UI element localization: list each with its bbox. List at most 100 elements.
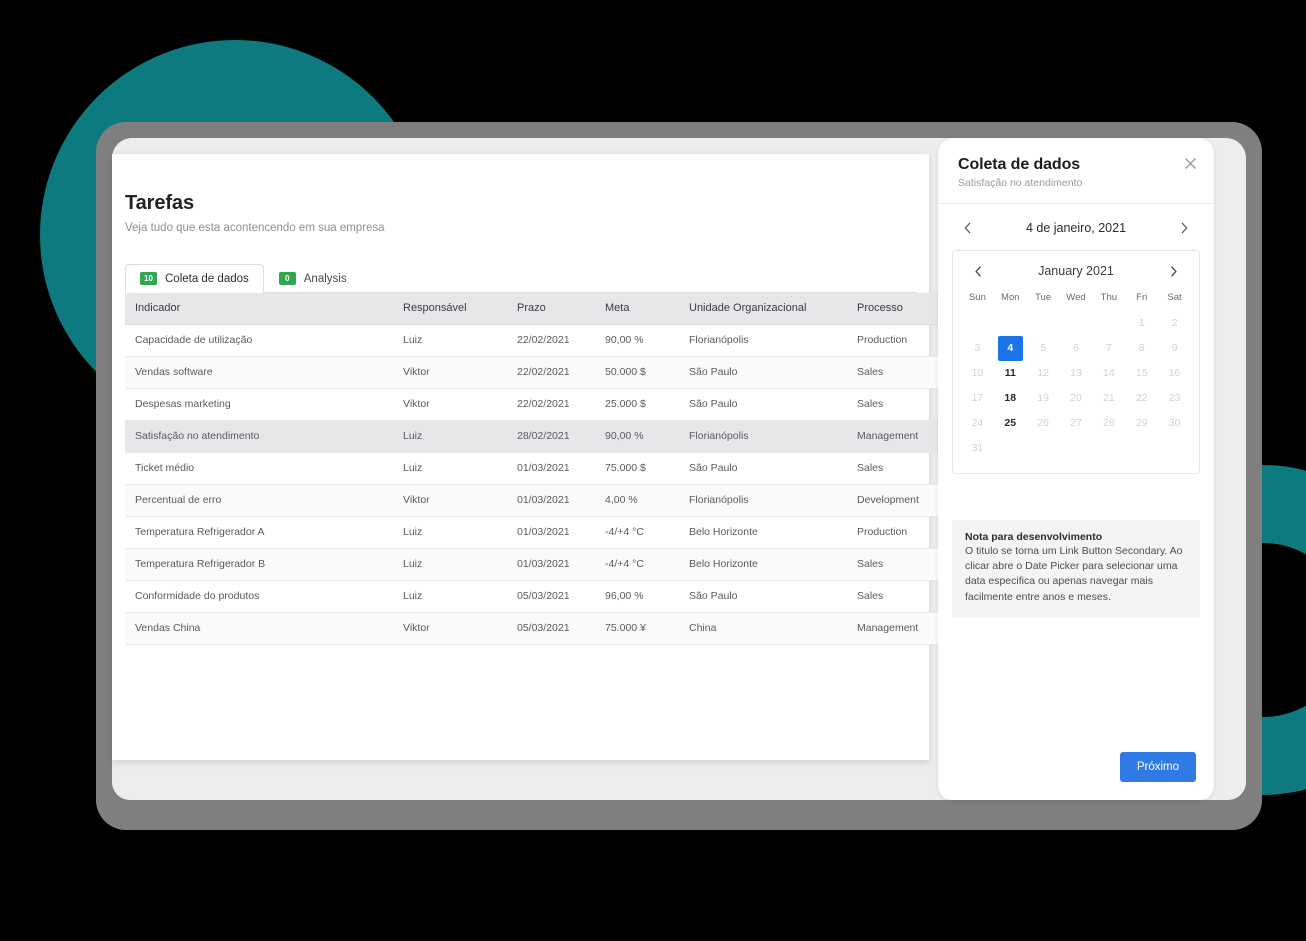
calendar-day: 7 — [1105, 342, 1112, 354]
cell-processo: Production — [847, 516, 942, 549]
chevron-left-icon[interactable] — [960, 220, 976, 236]
calendar-day: 8 — [1138, 342, 1145, 354]
calendar-day: 14 — [1103, 367, 1115, 379]
calendar-day-blank: . — [1092, 311, 1125, 336]
tab-label: Analysis — [303, 272, 347, 285]
tab-badge-count: 0 — [278, 272, 296, 285]
table-row[interactable]: Percentual de erro Viktor 01/03/2021 4,00 %… — [125, 484, 942, 517]
column-header-responsavel[interactable]: Responsável — [393, 293, 507, 325]
calendar-day-blank: . — [1060, 311, 1093, 336]
tab-coleta-de-dados[interactable]: 10 Coleta de dados — [125, 264, 264, 293]
calendar-day: 9 — [1171, 342, 1178, 354]
chevron-right-icon[interactable] — [1176, 220, 1192, 236]
cell-unidade: São Paulo — [679, 452, 847, 485]
column-header-processo[interactable]: Processo — [847, 293, 942, 325]
calendar-day: 13 — [1070, 367, 1082, 379]
table-row[interactable]: Satisfação no atendimento Luiz 28/02/2021 9… — [125, 420, 942, 453]
tab-bar: 10 Coleta de dados 0 Analysis — [125, 264, 917, 293]
tab-badge-count: 10 — [140, 272, 157, 285]
tasks-table-wrapper: Indicador Responsável Prazo Meta Unidade… — [125, 293, 942, 645]
calendar-day[interactable]: 4 — [997, 336, 1023, 361]
calendar-day: 23 — [1168, 392, 1181, 404]
calendar-day-blank: . — [961, 311, 994, 336]
calendar-day[interactable]: 25 — [994, 411, 1027, 436]
calendar-day[interactable]: 18 — [994, 386, 1027, 411]
cell-indicador: Temperatura Refrigerador B — [125, 548, 393, 581]
calendar-day: 12 — [1037, 367, 1049, 379]
tab-analysis[interactable]: 0 Analysis — [264, 264, 362, 292]
cell-meta: -4/+4 °C — [595, 548, 679, 581]
main-content-card: Tarefas Veja tudo que esta acontencendo … — [112, 154, 942, 760]
calendar-day: 6 — [1073, 342, 1079, 354]
next-button[interactable]: Próximo — [1119, 752, 1196, 782]
cell-responsavel: Viktor — [393, 356, 507, 389]
cell-prazo: 01/03/2021 — [507, 516, 595, 549]
table-row[interactable]: Vendas China Viktor 05/03/2021 75.000 ¥ Chin… — [125, 612, 942, 645]
cell-prazo: 01/03/2021 — [507, 484, 595, 517]
column-header-meta[interactable]: Meta — [595, 293, 679, 325]
cell-processo: Sales — [847, 356, 942, 389]
calendar-day[interactable]: 11 — [994, 361, 1027, 386]
cell-meta: 75.000 $ — [595, 452, 679, 485]
table-row[interactable]: Capacidade de utilização Luiz 22/02/2021 90… — [125, 324, 942, 357]
calendar-next-month-icon[interactable] — [1166, 263, 1182, 279]
calendar-day-blank: . — [1027, 311, 1060, 336]
calendar-day: 31 — [971, 442, 984, 454]
cell-prazo: 05/03/2021 — [507, 612, 595, 645]
development-note-body: O titulo se torna um Link Button Seconda… — [965, 545, 1183, 603]
calendar-day: 16 — [1168, 367, 1181, 379]
cell-unidade: São Paulo — [679, 580, 847, 613]
cell-processo: Sales — [847, 452, 942, 485]
table-row[interactable]: Conformidade do produtos Luiz 05/03/2021 96… — [125, 580, 942, 613]
cell-prazo: 05/03/2021 — [507, 580, 595, 613]
table-row[interactable]: Vendas software Viktor 22/02/2021 50.000 $ S… — [125, 356, 942, 389]
cell-responsavel: Luiz — [393, 548, 507, 581]
calendar-day: 15 — [1135, 367, 1148, 379]
cell-processo: Production — [847, 324, 942, 357]
cell-prazo: 22/02/2021 — [507, 356, 595, 389]
data-collection-panel: Coleta de dados Satisfação no atendiment… — [938, 138, 1214, 800]
table-row[interactable]: Temperatura Refrigerador A Luiz 01/03/2021… — [125, 516, 942, 549]
tab-label: Coleta de dados — [165, 272, 249, 285]
calendar-day: 17 — [971, 392, 984, 404]
calendar-day: 5 — [1040, 342, 1047, 354]
calendar-day-blank: . — [994, 311, 1027, 336]
column-header-prazo[interactable]: Prazo — [507, 293, 595, 325]
table-row[interactable]: Despesas marketing Viktor 22/02/2021 25.000… — [125, 388, 942, 421]
panel-subtitle: Satisfação no atendimento — [958, 177, 1083, 189]
calendar-day: 21 — [1103, 392, 1115, 404]
cell-prazo: 01/03/2021 — [507, 548, 595, 581]
calendar-day: 1 — [1138, 317, 1145, 329]
close-icon[interactable] — [1182, 155, 1199, 172]
table-row[interactable]: Temperatura Refrigerador B Luiz 01/03/2021… — [125, 548, 942, 581]
cell-indicador: Satisfação no atendimento — [125, 420, 393, 453]
calendar-day: 30 — [1168, 417, 1181, 429]
calendar-widget: January 2021 Sun Mon Tue Wed Thu Fri Sat .....… — [952, 250, 1200, 474]
panel-footer: Próximo — [938, 738, 1214, 800]
cell-unidade: São Paulo — [679, 388, 847, 421]
table-body: Capacidade de utilização Luiz 22/02/2021 90… — [125, 324, 942, 645]
cell-meta: 4,00 % — [595, 484, 679, 517]
calendar-day: 29 — [1135, 417, 1148, 429]
cell-indicador: Capacidade de utilização — [125, 324, 393, 357]
table-header: Indicador Responsável Prazo Meta Unidade… — [125, 293, 942, 325]
selected-date-label[interactable]: 4 de janeiro, 2021 — [1026, 221, 1126, 235]
calendar-day: 20 — [1070, 392, 1082, 404]
calendar-day: 2 — [1171, 317, 1178, 329]
calendar-weekday: Fri — [1136, 292, 1148, 303]
cell-meta: 90,00 % — [595, 420, 679, 453]
screenshot-stage: Tarefas Veja tudo que esta acontencendo … — [0, 0, 1306, 941]
calendar-weekday: Tue — [1035, 292, 1052, 303]
calendar-weekday: Mon — [1001, 292, 1020, 303]
panel-title: Coleta de dados — [958, 156, 1081, 173]
cell-responsavel: Viktor — [393, 388, 507, 421]
calendar-prev-month-icon[interactable] — [970, 263, 986, 279]
calendar-day: 28 — [1103, 417, 1115, 429]
column-header-indicador[interactable]: Indicador — [125, 293, 393, 325]
cell-unidade: Belo Horizonte — [679, 548, 847, 581]
column-header-unidade[interactable]: Unidade Organizacional — [679, 293, 847, 325]
cell-indicador: Vendas software — [125, 356, 393, 389]
table-row[interactable]: Ticket médio Luiz 01/03/2021 75.000 $ São Pa… — [125, 452, 942, 485]
calendar-day: 19 — [1037, 392, 1049, 404]
cell-unidade: São Paulo — [679, 356, 847, 389]
